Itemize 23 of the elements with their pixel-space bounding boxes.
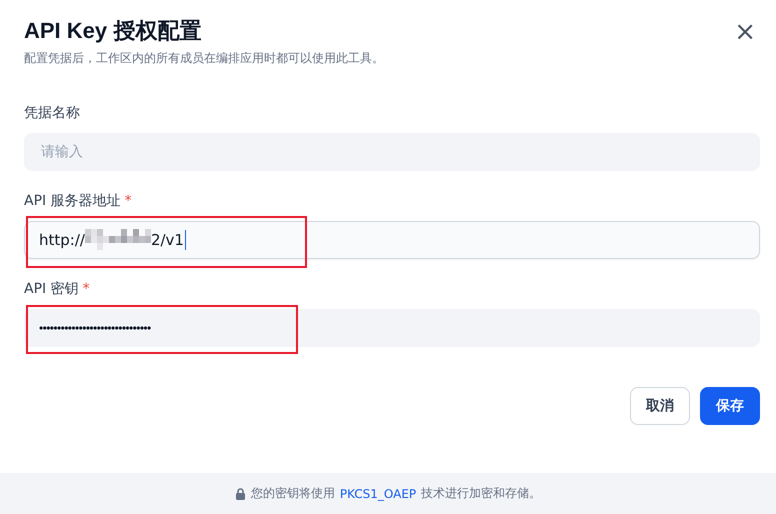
- credential-name-input[interactable]: 请输入: [39, 143, 745, 161]
- footer-text: 技术进行加密和存储。: [421, 485, 542, 502]
- close-button[interactable]: ×: [730, 20, 760, 44]
- field-label: API 服务器地址 *: [24, 192, 133, 211]
- masked-key-text: •••••••••••••••••••••••••••••••: [39, 321, 151, 335]
- field-label: API 密钥 *: [24, 280, 91, 299]
- footer-text: 您的密钥将使用: [250, 485, 335, 502]
- pixelated-redaction-icon: [84, 229, 151, 251]
- lock-icon: [234, 488, 246, 500]
- url-text: 2/v1: [150, 231, 184, 249]
- dialog-subtitle: 配置凭据后，工作区内的所有成员在编排应用时都可以使用此工具。: [24, 50, 384, 67]
- text-cursor: [184, 230, 186, 250]
- input-field[interactable]: •••••••••••••••••••••••••••••••: [24, 309, 760, 347]
- cancel-button[interactable]: 取消: [630, 387, 690, 425]
- input-field[interactable]: 请输入: [24, 133, 760, 171]
- input-field[interactable]: http:// 2/v1: [24, 221, 760, 259]
- save-button[interactable]: 保存: [700, 387, 760, 425]
- required-mark: *: [82, 281, 90, 297]
- dialog-title: API Key 授权配置: [24, 17, 202, 45]
- required-mark: *: [124, 193, 132, 209]
- url-text: http://: [39, 231, 85, 249]
- encryption-link[interactable]: PKCS1_OAEP: [340, 486, 416, 500]
- field-label: 凭据名称: [24, 104, 81, 123]
